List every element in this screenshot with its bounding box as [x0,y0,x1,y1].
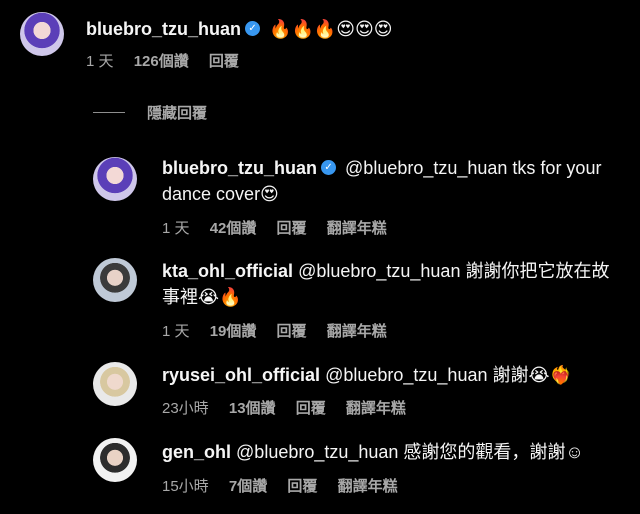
avatar[interactable] [93,362,137,406]
comment-meta: 15小時 7個讚 回覆 翻譯年糕 [162,477,414,497]
avatar[interactable] [20,12,64,56]
translate-button[interactable]: 翻譯年糕 [338,478,398,495]
comment-meta: 1 天 19個讚 回覆 翻譯年糕 [162,322,403,342]
like-count[interactable]: 13個讚 [229,400,276,417]
reply-button[interactable]: 回覆 [209,53,239,70]
translate-button[interactable]: 翻譯年糕 [346,400,406,417]
username[interactable]: ryusei_ohl_official [162,365,320,385]
translate-button[interactable]: 翻譯年糕 [327,323,387,340]
comment-text: @bluebro_tzu_huan 謝謝😭❤️‍🔥 [325,365,572,385]
username[interactable]: bluebro_tzu_huan [86,19,241,39]
reply-button[interactable]: 回覆 [296,400,326,417]
comment-time[interactable]: 1 天 [162,323,190,340]
avatar[interactable] [93,157,137,201]
comment-meta: 1 天 42個讚 回覆 翻譯年糕 [162,219,403,239]
comment-time[interactable]: 1 天 [86,53,114,70]
reply-button[interactable]: 回覆 [287,478,317,495]
comment-meta: 23小時 13個讚 回覆 翻譯年糕 [162,399,422,419]
verified-badge-icon: ✓ [321,160,337,176]
comment-time[interactable]: 23小時 [162,400,209,417]
like-count[interactable]: 19個讚 [210,323,257,340]
divider [93,112,125,113]
like-count[interactable]: 126個讚 [134,53,189,70]
hide-replies-label: 隱藏回覆 [147,105,208,122]
like-count[interactable]: 42個讚 [210,220,257,237]
verified-badge-icon: ✓ [245,21,261,37]
comment-meta: 1 天 126個讚 回覆 [86,52,255,72]
comment-text: 🔥🔥🔥😍😍😍 [269,19,393,39]
avatar[interactable] [93,438,137,482]
reply-button[interactable]: 回覆 [277,220,307,237]
comment-text: @bluebro_tzu_huan 感謝您的觀看，謝謝☺ [236,442,584,462]
comment-time[interactable]: 1 天 [162,220,190,237]
like-count[interactable]: 7個讚 [229,478,267,495]
translate-button[interactable]: 翻譯年糕 [327,220,387,237]
reply-button[interactable]: 回覆 [277,323,307,340]
avatar[interactable] [93,258,137,302]
username[interactable]: kta_ohl_official [162,261,293,281]
username[interactable]: bluebro_tzu_huan [162,158,317,178]
comment-time[interactable]: 15小時 [162,478,209,495]
hide-replies-button[interactable]: 隱藏回覆 [93,102,207,123]
username[interactable]: gen_ohl [162,442,231,462]
